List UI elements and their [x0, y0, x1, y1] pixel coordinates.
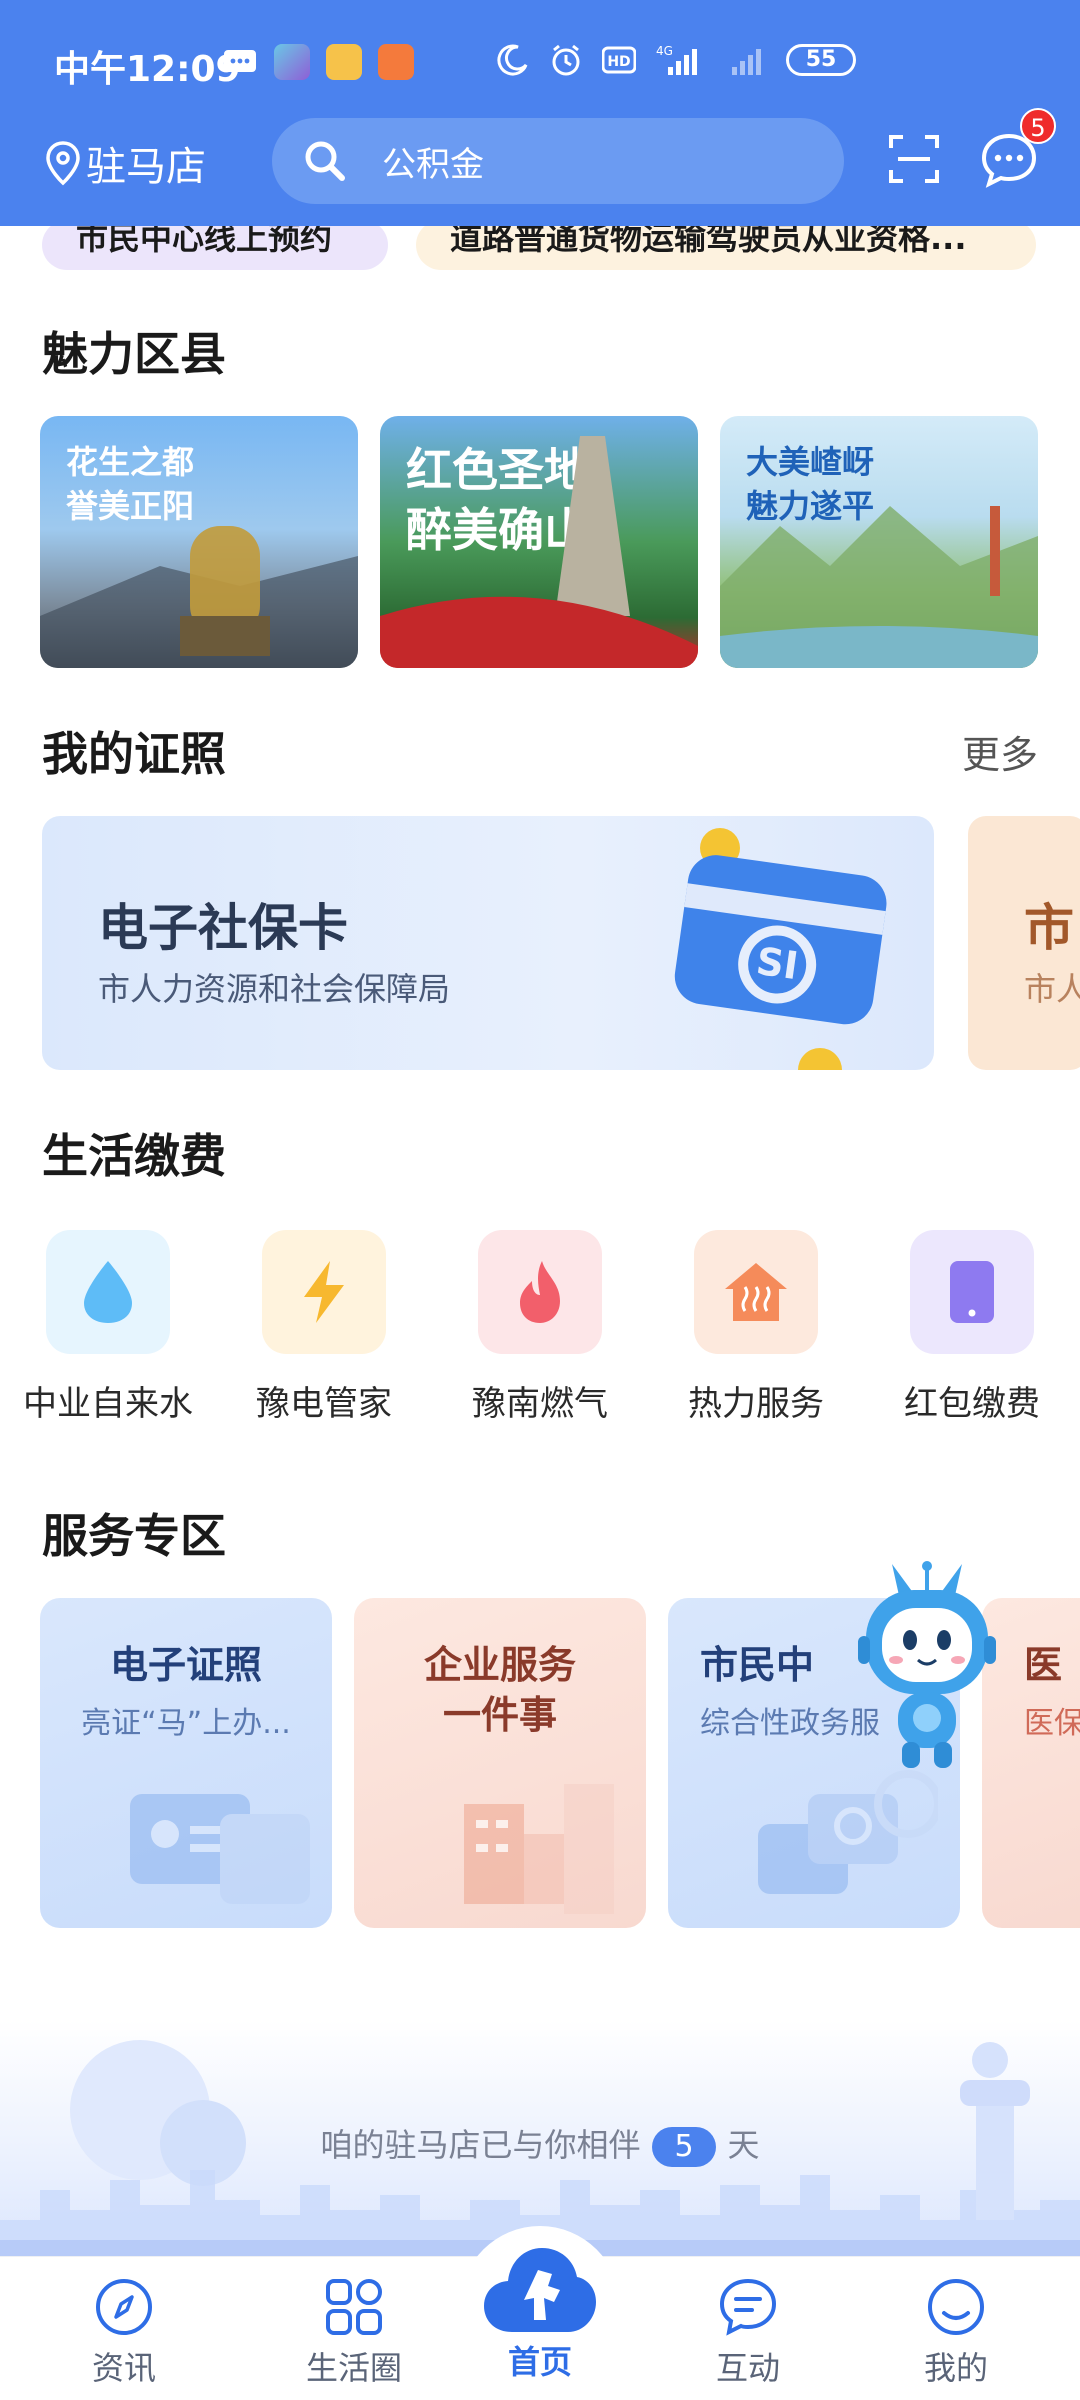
nav-label: 我的 [923, 2349, 988, 2387]
companion-text-before: 咱的驻马店已与你相伴 [320, 2126, 641, 2164]
social-security-card-icon: SI [674, 828, 887, 1070]
hd-icon: HD [602, 46, 636, 74]
video-app-icon [326, 44, 362, 80]
county-photo [380, 436, 698, 668]
section-title-services: 服务专区 [42, 1509, 226, 1563]
signal-4g-icon: 4G [656, 44, 697, 75]
nav-label: 生活圈 [305, 2349, 402, 2387]
more-link[interactable]: 更多 [962, 724, 1038, 779]
svg-text:SI: SI [754, 939, 801, 988]
county-card-zhengyang[interactable]: 花生之都 誉美正阳 [40, 416, 358, 668]
county-photo [40, 526, 358, 668]
payment-heating[interactable]: 热力服务 [648, 1230, 864, 1425]
certificate-title: 市 [1024, 899, 1074, 957]
water-drop-icon [46, 1230, 170, 1354]
service-card-enterprise[interactable]: 企业服务 一件事 [354, 1598, 646, 1928]
mascot-assistant-icon[interactable] [852, 1560, 1002, 1780]
signal-weak-icon [732, 49, 761, 75]
sms-icon [224, 50, 256, 72]
city-certificate-card[interactable]: 市 市人 [968, 816, 1080, 1070]
alarm-icon [552, 44, 580, 76]
nav-mine[interactable]: 我的 [876, 2277, 1036, 2389]
payment-label: 中业自来水 [23, 1384, 193, 1424]
certificate-issuer: 市人 [1024, 970, 1080, 1008]
payment-water[interactable]: 中业自来水 [0, 1230, 216, 1425]
game-app-icon [274, 44, 310, 80]
compass-icon [96, 2279, 152, 2335]
search-icon [305, 141, 345, 181]
mi-store-icon [378, 44, 414, 80]
nav-label: 互动 [715, 2349, 780, 2387]
companion-banner: 咱的驻马店已与你相伴 5 天 [0, 2020, 1080, 2260]
tag-item[interactable]: 道路普通货物运输驾驶员从业资格... [416, 220, 1036, 270]
scan-icon[interactable] [888, 132, 940, 186]
do-not-disturb-moon-icon [497, 44, 528, 76]
location-pin-icon [46, 141, 80, 186]
service-title: 电子证照 [109, 1643, 262, 1687]
service-subtitle: 医保 [1024, 1706, 1080, 1741]
tag-item[interactable]: 市民中心线上预约 [42, 220, 388, 270]
certificate-title: 电子社保卡 [98, 899, 348, 957]
nav-label: 资讯 [91, 2349, 156, 2387]
section-title-payments: 生活缴费 [42, 1129, 226, 1183]
nav-label: 首页 [507, 2343, 572, 2381]
social-security-card[interactable]: 电子社保卡 市人力资源和社会保障局 SI [42, 816, 934, 1070]
payment-label: 豫电管家 [256, 1384, 392, 1424]
service-title: 企业服务 一件事 [423, 1643, 576, 1737]
message-badge: 5 [1020, 108, 1056, 144]
lightning-icon [262, 1230, 386, 1354]
search-placeholder: 公积金 [382, 144, 484, 185]
nav-news[interactable]: 资讯 [44, 2277, 204, 2389]
chat-icon [719, 2278, 777, 2336]
county-photo [720, 506, 1038, 668]
companion-text-after: 天 [727, 2126, 760, 2164]
service-card-e-license[interactable]: 电子证照 亮证“马”上办... [40, 1598, 332, 1928]
payment-label: 热力服务 [688, 1384, 824, 1424]
status-time: 中午12:09 [54, 49, 241, 90]
section-title-counties: 魅力区县 [42, 327, 226, 381]
payment-label: 豫南燃气 [472, 1384, 608, 1424]
profile-icon [928, 2279, 984, 2335]
svg-text:4G: 4G [656, 44, 673, 58]
location-selector[interactable]: 驻马店 [44, 134, 206, 192]
county-card-queshan[interactable]: 红色圣地 醉美确山 [380, 416, 698, 668]
nav-interaction[interactable]: 互动 [668, 2277, 828, 2389]
search-input[interactable]: 公积金 [272, 118, 844, 204]
certificate-issuer: 市人力资源和社会保障局 [98, 970, 451, 1008]
location-name: 驻马店 [86, 144, 206, 190]
companion-days: 5 [652, 2127, 716, 2167]
status-bar: 中午12:09 HD 4G 55 [0, 0, 1080, 128]
companion-text: 咱的驻马店已与你相伴 5 天 [0, 2120, 1080, 2167]
payment-red-packet[interactable]: 红包缴费 [864, 1230, 1080, 1425]
section-title-certificates: 我的证照 [42, 727, 226, 781]
grid-icon [326, 2279, 382, 2335]
service-title: 医 [1024, 1643, 1063, 1687]
system-icons: HD 4G 55 [496, 42, 856, 78]
nav-life-circle[interactable]: 生活圈 [274, 2277, 434, 2389]
county-card-suiping[interactable]: 大美嵖岈 魅力遂平 [720, 416, 1038, 668]
notification-icons [222, 44, 414, 80]
nav-home[interactable]: 首页 [460, 2337, 620, 2383]
customer-service-icon [758, 1770, 938, 1894]
heating-house-icon [694, 1230, 818, 1354]
battery-indicator: 55 [786, 44, 856, 76]
svg-text:HD: HD [607, 54, 630, 70]
id-card-icon [130, 1794, 310, 1904]
flame-icon [478, 1230, 602, 1354]
payment-electricity[interactable]: 豫电管家 [216, 1230, 432, 1425]
service-subtitle: 亮证“马”上办... [81, 1706, 291, 1741]
building-icon [464, 1784, 614, 1914]
phone-icon [910, 1230, 1034, 1354]
home-horse-icon[interactable] [482, 2240, 598, 2338]
top-header: 中午12:09 HD 4G 55 驻马店 公积金 5 [0, 0, 1080, 226]
payment-gas[interactable]: 豫南燃气 [432, 1230, 648, 1425]
payment-label: 红包缴费 [904, 1384, 1040, 1424]
